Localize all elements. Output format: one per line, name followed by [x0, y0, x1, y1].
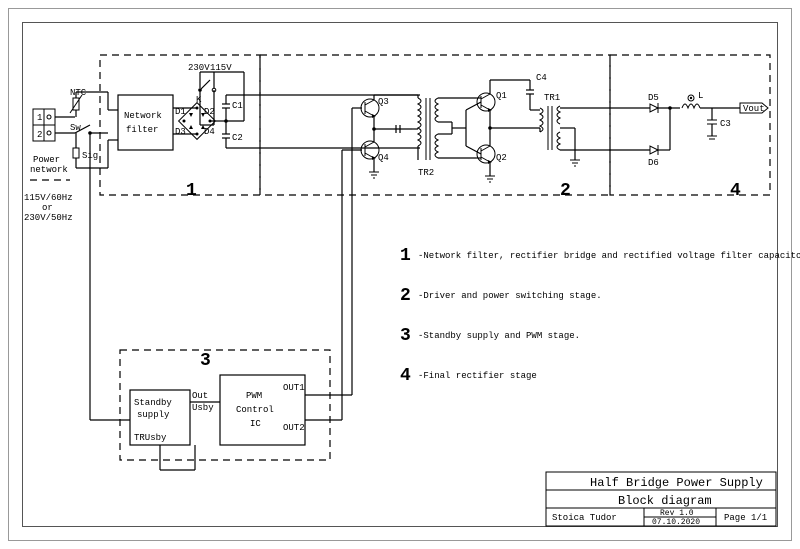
d6-label: D6 [648, 158, 659, 168]
legend-4-num: 4 [400, 366, 411, 386]
usby-label: Usby [192, 403, 214, 413]
l-label: L [698, 91, 703, 101]
output-rectifier: D5 D6 L C3 Vout [648, 91, 768, 168]
pwm-text-1: PWM [246, 391, 262, 401]
q1-label: Q1 [496, 91, 507, 101]
grounds [369, 160, 580, 182]
tr1-label: TR1 [544, 93, 560, 103]
connector-pin-1: 1 [37, 113, 42, 123]
tr2: TR2 [374, 95, 476, 178]
d5-label: D5 [648, 93, 659, 103]
d3-label: D3 [175, 127, 186, 137]
rev-text: Rev 1.0 [660, 509, 694, 518]
schematic-canvas: 1 2 NTC Sw Sig [0, 0, 800, 549]
input-spec-1: 115V/60Hz [24, 193, 73, 203]
stage-2-box [260, 55, 610, 195]
q2-label: Q2 [496, 153, 507, 163]
legend-2-text: -Driver and power switching stage. [418, 291, 602, 301]
title-text: Half Bridge Power Supply [590, 476, 763, 490]
out2-label: OUT2 [283, 423, 305, 433]
network-filter-text-1: Network [124, 111, 162, 121]
c2-label: C2 [232, 133, 243, 143]
subtitle-text: Block diagram [618, 494, 712, 508]
legend: 1 -Network filter, rectifier bridge and … [400, 246, 800, 386]
network-filter-text-2: filter [126, 125, 158, 135]
power-network-label-1: Power [33, 155, 60, 165]
stage-4-box [610, 55, 770, 195]
c4-label: C4 [536, 73, 547, 83]
author-text: Stoica Tudor [552, 513, 617, 523]
legend-1-num: 1 [400, 246, 411, 266]
driver-pair: Q3 Q4 [342, 95, 389, 420]
stage-3-number: 3 [200, 351, 211, 371]
legend-4-text: -Final rectifier stage [418, 371, 537, 381]
pwm-text-2: Control [236, 405, 274, 415]
ntc-label: NTC [70, 88, 87, 98]
q4-label: Q4 [378, 153, 389, 163]
standby-out-label: Out [192, 391, 208, 401]
stage-2-number: 2 [560, 181, 571, 201]
title-block: Half Bridge Power Supply Block diagram S… [546, 472, 776, 527]
vout-label: Vout [743, 104, 765, 114]
connector-pin-2: 2 [37, 130, 42, 140]
legend-1-text: -Network filter, rectifier bridge and re… [418, 251, 800, 261]
drawing-sheet: 1 2 NTC Sw Sig [0, 0, 800, 549]
d4-label: D4 [204, 127, 215, 137]
standby-text-1: Standby [134, 398, 172, 408]
d2-label: D2 [204, 107, 215, 117]
q3-label: Q3 [378, 97, 389, 107]
bridge-rectifier: D1 D2 D3 D4 [173, 103, 215, 140]
out1-label: OUT1 [283, 383, 305, 393]
network-filter-block [118, 95, 173, 150]
stage-4-number: 4 [730, 181, 741, 201]
c3-label: C3 [720, 119, 731, 129]
page-text: Page 1/1 [724, 513, 767, 523]
input-spec-2: or [42, 203, 53, 213]
date-text: 07.10.2020 [652, 518, 700, 527]
c1-label: C1 [232, 101, 243, 111]
switch-label: Sw [70, 123, 81, 133]
legend-2-num: 2 [400, 286, 411, 306]
trusby-label: TRUsby [134, 433, 167, 443]
tr2-label: TR2 [418, 168, 434, 178]
sel-k: K [196, 95, 202, 105]
legend-3-num: 3 [400, 326, 411, 346]
legend-3-text: -Standby supply and PWM stage. [418, 331, 580, 341]
tr1: TR1 [520, 93, 650, 160]
pwm-text-3: IC [250, 419, 261, 429]
input-spec-3: 230V/50Hz [24, 213, 73, 223]
standby-text-2: supply [137, 410, 170, 420]
stage-1-number: 1 [186, 181, 197, 201]
power-network-label-2: network [30, 165, 68, 175]
